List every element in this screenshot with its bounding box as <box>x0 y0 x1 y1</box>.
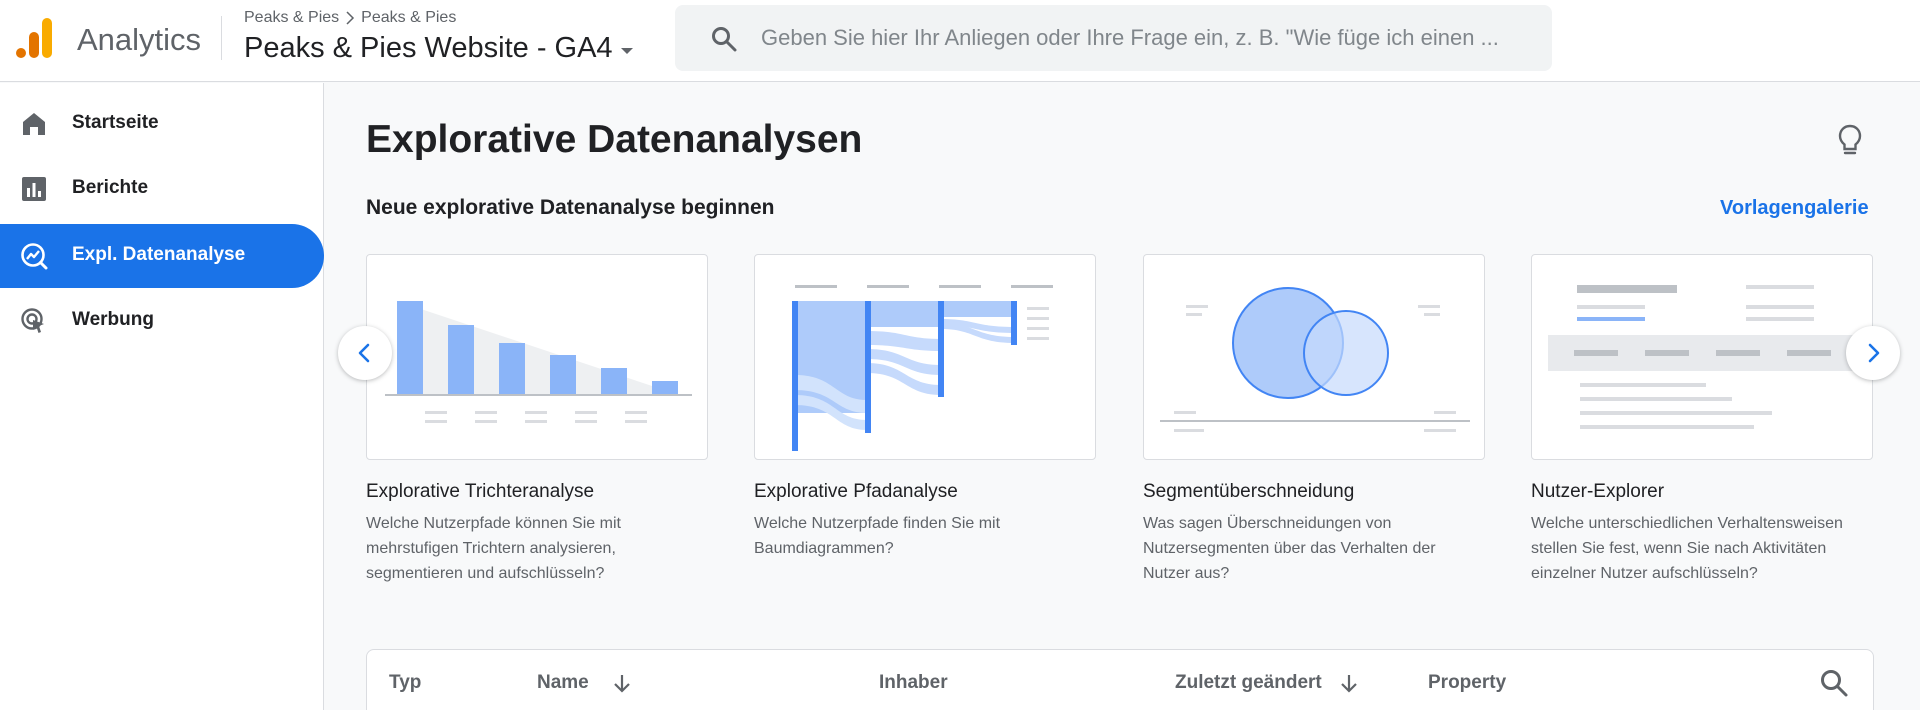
user-explorer-illustration <box>1548 285 1870 429</box>
card-thumbnail <box>1531 254 1873 460</box>
template-card-funnel[interactable]: Explorative Trichteranalyse Welche Nutze… <box>366 254 708 586</box>
sidebar-item-advertising[interactable]: Werbung <box>0 289 324 353</box>
top-app-bar: Analytics Peaks & Pies Peaks & Pies Peak… <box>0 0 1920 82</box>
sidebar-item-reports[interactable]: Berichte <box>0 157 324 221</box>
breadcrumb-account[interactable]: Peaks & Pies <box>244 9 339 27</box>
venn-illustration <box>1160 287 1470 432</box>
brand-name: Analytics <box>77 22 202 57</box>
card-title: Explorative Pfadanalyse <box>754 481 958 502</box>
column-header-property[interactable]: Property <box>1428 672 1506 694</box>
column-header-label: Name <box>537 672 589 693</box>
sidebar-item-label: Berichte <box>72 177 149 198</box>
carousel-next-button[interactable] <box>1846 326 1900 380</box>
arrow-down-icon[interactable] <box>1338 672 1360 694</box>
column-header-name[interactable]: Name <box>537 672 633 694</box>
column-header-label: Inhaber <box>879 672 948 693</box>
sidebar-nav: Startseite Berichte Expl. Datenanalyse W… <box>0 83 324 710</box>
template-gallery-link[interactable]: Vorlagengalerie <box>1720 197 1869 220</box>
reports-icon <box>22 177 46 201</box>
arrow-down-icon[interactable] <box>611 672 633 694</box>
template-card-path[interactable]: Explorative Pfadanalyse Welche Nutzerpfa… <box>754 254 1096 561</box>
chevron-left-icon <box>358 343 370 363</box>
chevron-right-icon <box>1868 343 1880 363</box>
card-thumbnail <box>754 254 1096 460</box>
path-illustration <box>792 285 1053 451</box>
column-header-label: Zuletzt geändert <box>1175 672 1322 693</box>
chevron-right-icon <box>346 11 355 25</box>
sidebar-item-label: Startseite <box>72 112 159 133</box>
advertising-icon <box>21 308 44 333</box>
home-icon <box>23 113 45 135</box>
card-title: Nutzer-Explorer <box>1531 481 1665 502</box>
card-thumbnail <box>366 254 708 460</box>
column-header-last-modified[interactable]: Zuletzt geändert <box>1175 672 1360 694</box>
carousel-prev-button[interactable] <box>338 326 392 380</box>
analytics-logo[interactable] <box>16 18 52 58</box>
search-input[interactable] <box>761 5 1531 71</box>
card-title: Explorative Trichteranalyse <box>366 481 595 502</box>
card-thumbnail <box>1143 254 1485 460</box>
sidebar-item-label: Expl. Datenanalyse <box>72 244 246 265</box>
section-title: Neue explorative Datenanalyse beginnen <box>366 196 775 219</box>
template-card-user-explorer[interactable]: Nutzer-Explorer Welche unterschiedlichen… <box>1531 254 1873 586</box>
column-header-label: Typ <box>389 672 422 693</box>
card-description: Welche Nutzerpfade finden Sie mit Baumdi… <box>754 515 1001 557</box>
explore-icon <box>21 243 48 270</box>
template-card-segment-overlap[interactable]: Segmentüberschneidung Was sagen Überschn… <box>1143 254 1485 586</box>
property-selector[interactable]: Peaks & Pies Website - GA4 <box>244 32 633 65</box>
card-description: Welche unterschiedlichen Verhaltensweise… <box>1531 515 1843 582</box>
column-header-label: Property <box>1428 672 1507 693</box>
search-icon <box>712 27 737 52</box>
sidebar-item-home[interactable]: Startseite <box>0 92 324 156</box>
search-icon[interactable] <box>1819 668 1849 698</box>
caret-down-icon <box>620 47 633 54</box>
sidebar-item-explore[interactable]: Expl. Datenanalyse <box>0 224 324 288</box>
card-description: Was sagen Überschneidungen von Nutzerseg… <box>1143 515 1436 582</box>
lightbulb-icon[interactable] <box>1836 124 1864 156</box>
column-header-type[interactable]: Typ <box>389 672 421 694</box>
breadcrumb-property[interactable]: Peaks & Pies <box>361 9 456 27</box>
column-header-owner[interactable]: Inhaber <box>879 672 948 694</box>
header-divider <box>221 16 222 60</box>
breadcrumb[interactable]: Peaks & Pies Peaks & Pies <box>244 9 456 27</box>
funnel-illustration <box>385 301 692 423</box>
card-description: Welche Nutzerpfade können Sie mit mehrst… <box>366 515 621 582</box>
card-title: Segmentüberschneidung <box>1143 481 1355 502</box>
sidebar-item-label: Werbung <box>72 309 154 330</box>
search-bar[interactable] <box>675 5 1552 71</box>
property-title: Peaks & Pies Website - GA4 <box>244 32 613 64</box>
page-title: Explorative Datenanalysen <box>366 118 863 161</box>
explorations-table: Typ Name Inhaber Zuletzt geändert Proper… <box>366 649 1874 710</box>
